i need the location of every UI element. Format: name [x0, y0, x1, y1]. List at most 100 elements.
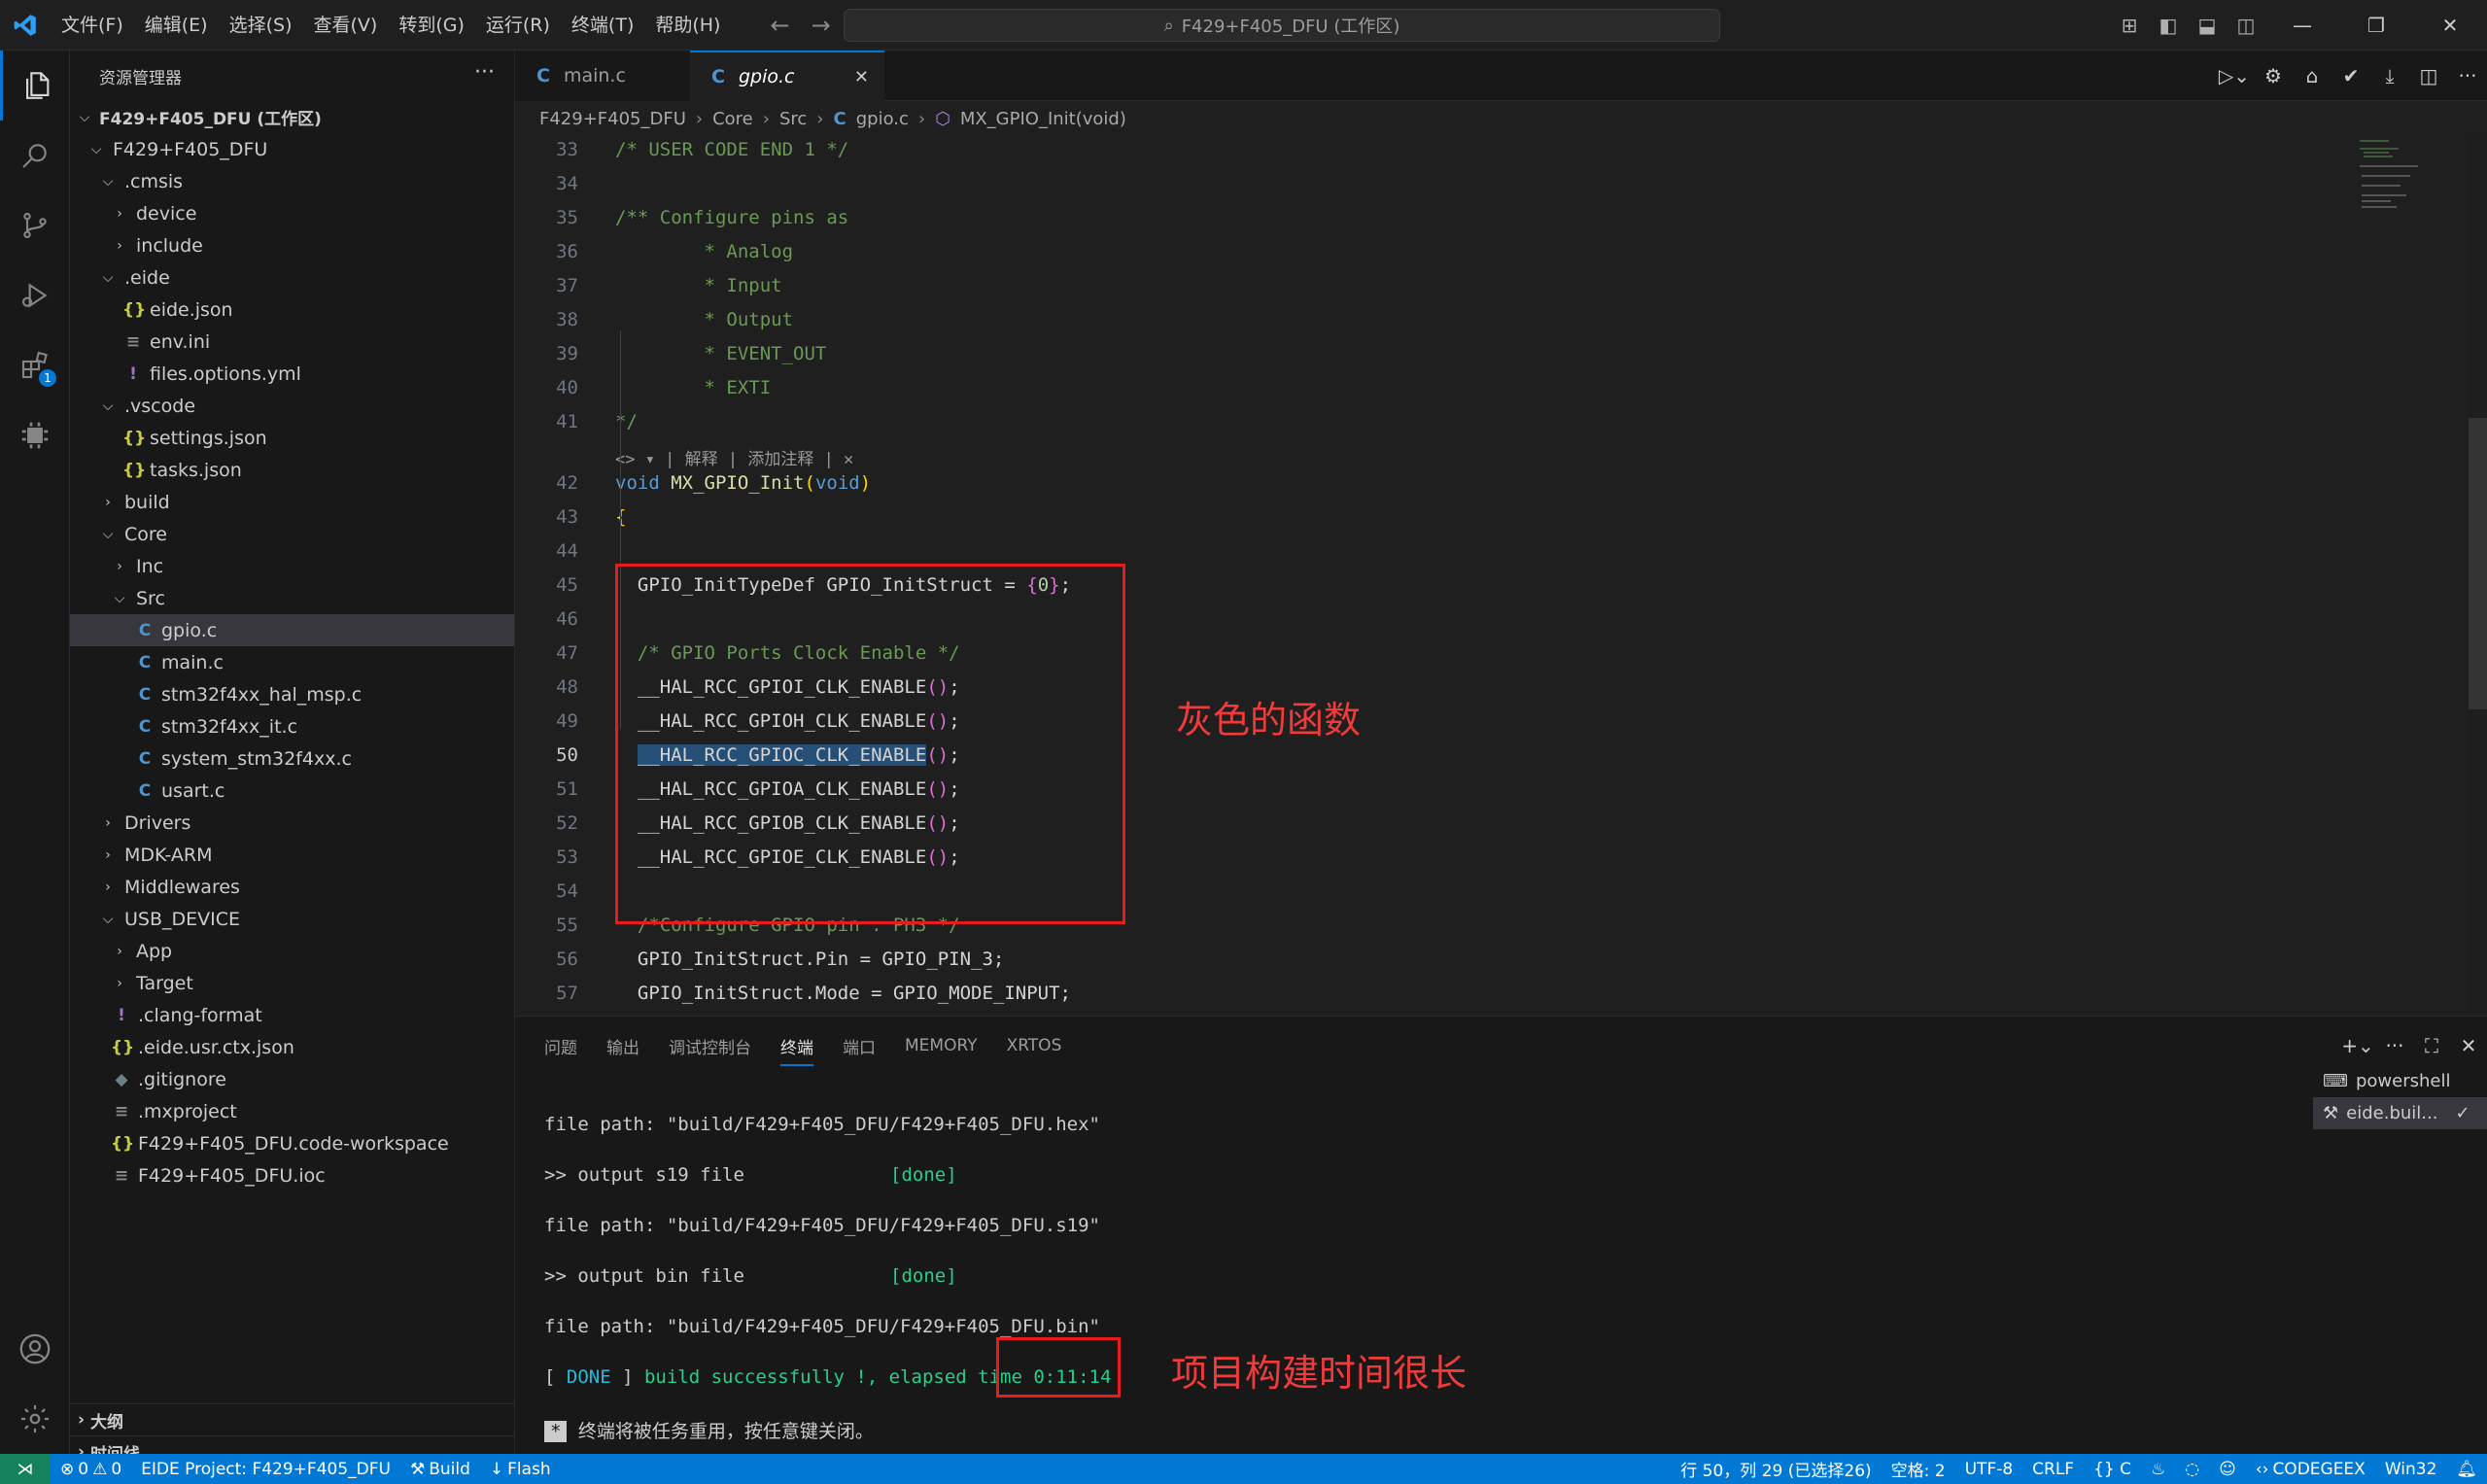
editor-scrollbar[interactable]	[2469, 418, 2487, 709]
panel-tab[interactable]: 端口	[843, 1034, 876, 1058]
menu-item[interactable]: 终端(T)	[561, 0, 644, 51]
outline-section[interactable]: › 大纲	[70, 1403, 515, 1435]
tree-file[interactable]: ≡ F429+F405_DFU.ioc	[70, 1159, 514, 1191]
eide-project-status[interactable]: EIDE Project: F429+F405_DFU	[131, 1460, 400, 1479]
settings-gear-icon[interactable]	[0, 1384, 70, 1454]
tree-file[interactable]: ≡ env.ini	[70, 326, 514, 358]
more-actions-icon[interactable]: ···	[2448, 64, 2487, 87]
tree-file[interactable]: Cusart.c	[70, 775, 514, 807]
menu-item[interactable]: 编辑(E)	[134, 0, 219, 51]
close-panel-icon[interactable]: ✕	[2450, 1034, 2487, 1057]
eide-chip-icon[interactable]	[0, 400, 70, 470]
codegeex-status[interactable]: ‹› CODEGEEX	[2246, 1460, 2375, 1479]
panel-tab[interactable]: 问题	[544, 1034, 577, 1058]
tree-folder[interactable]: › build	[70, 486, 514, 518]
tree-folder[interactable]: ⌵ .cmsis	[70, 165, 514, 197]
layout-customize-icon[interactable]: ⊞	[2110, 0, 2149, 51]
minimap[interactable]	[2352, 136, 2469, 1016]
terminal-item-eide-build[interactable]: ⚒ eide.buil... ✓	[2313, 1097, 2487, 1129]
language-mode[interactable]: {} C	[2084, 1460, 2141, 1479]
notifications-bell-icon[interactable]: 🔔︎	[2446, 1460, 2487, 1479]
menu-item[interactable]: 文件(F)	[51, 0, 134, 51]
tree-folder[interactable]: › MDK-ARM	[70, 839, 514, 871]
tree-folder[interactable]: ⌵ Core	[70, 518, 514, 550]
breadcrumb-item[interactable]: gpio.c	[856, 109, 909, 129]
close-tab-icon[interactable]: ✕	[854, 67, 869, 87]
tree-folder[interactable]: ⌵ .vscode	[70, 390, 514, 422]
tree-folder[interactable]: › device	[70, 197, 514, 229]
indentation[interactable]: 空格: 2	[1882, 1457, 1955, 1481]
gear-icon[interactable]: ⚙	[2254, 64, 2293, 87]
panel-tab[interactable]: 输出	[606, 1034, 639, 1058]
tree-file[interactable]: {} settings.json	[70, 422, 514, 454]
panel-tab[interactable]: 调试控制台	[669, 1034, 751, 1058]
minimize-icon[interactable]: —	[2265, 0, 2339, 51]
search-icon[interactable]	[0, 121, 70, 190]
tree-folder[interactable]: › Drivers	[70, 807, 514, 839]
tree-folder[interactable]: ⌵ Src	[70, 582, 514, 614]
more-actions-icon[interactable]: ···	[474, 60, 495, 85]
split-editor-icon[interactable]: ◫	[2409, 64, 2448, 87]
panel-tab[interactable]: 终端	[780, 1034, 813, 1066]
tree-file[interactable]: Cgpio.c	[70, 614, 514, 646]
copilot-icon[interactable]: ☺	[2209, 1460, 2246, 1479]
back-arrow-icon[interactable]: ←	[770, 12, 789, 39]
explorer-icon[interactable]	[0, 51, 70, 121]
tree-folder[interactable]: ⌵ USB_DEVICE	[70, 903, 514, 935]
tree-file[interactable]: ! .clang-format	[70, 999, 514, 1031]
encoding[interactable]: UTF-8	[1955, 1460, 2023, 1479]
toggle-sidebar-icon[interactable]: ◧	[2149, 0, 2188, 51]
new-terminal-icon[interactable]: +⌄	[2339, 1034, 2376, 1057]
extensions-icon[interactable]: 1	[0, 330, 70, 400]
tree-folder[interactable]: ⌵ F429+F405_DFU	[70, 133, 514, 165]
menu-item[interactable]: 帮助(H)	[644, 0, 731, 51]
build-status-button[interactable]: ⚒ Build	[400, 1460, 480, 1479]
tree-file[interactable]: Cmain.c	[70, 646, 514, 678]
forward-arrow-icon[interactable]: →	[812, 12, 831, 39]
more-actions-icon[interactable]: ···	[2376, 1034, 2413, 1057]
tree-file[interactable]: ◆ .gitignore	[70, 1063, 514, 1095]
workspace-root[interactable]: ⌵ F429+F405_DFU (工作区)	[70, 101, 514, 133]
menu-item[interactable]: 运行(R)	[475, 0, 561, 51]
remote-icon[interactable]: ⋊	[0, 1454, 51, 1484]
tree-file[interactable]: {} tasks.json	[70, 454, 514, 486]
tree-file[interactable]: Cstm32f4xx_hal_msp.c	[70, 678, 514, 710]
download-icon[interactable]: ⤓	[2370, 64, 2409, 87]
platform-status[interactable]: Win32	[2375, 1460, 2447, 1479]
tree-folder[interactable]: ⌵ .eide	[70, 261, 514, 293]
tree-folder[interactable]: › Target	[70, 967, 514, 999]
breadcrumb-item[interactable]: Src	[779, 109, 807, 129]
tree-file[interactable]: {} .eide.usr.ctx.json	[70, 1031, 514, 1063]
menu-item[interactable]: 转到(G)	[388, 0, 475, 51]
restore-icon[interactable]: ❐	[2339, 0, 2413, 51]
tree-folder[interactable]: › include	[70, 229, 514, 261]
menu-item[interactable]: 选择(S)	[219, 0, 303, 51]
breadcrumb-item[interactable]: F429+F405_DFU	[539, 109, 686, 129]
breadcrumb-item[interactable]: Core	[712, 109, 753, 129]
tree-folder[interactable]: › Middlewares	[70, 871, 514, 903]
sync-icon[interactable]: ◌	[2175, 1460, 2209, 1479]
end-of-line[interactable]: CRLF	[2022, 1460, 2084, 1479]
flame-icon[interactable]: ♨	[2141, 1460, 2175, 1479]
command-center-search[interactable]: ⌕ F429+F405_DFU (工作区)	[844, 9, 1720, 42]
toggle-panel-icon[interactable]: ⬓	[2188, 0, 2227, 51]
tree-file[interactable]: {} F429+F405_DFU.code-workspace	[70, 1127, 514, 1159]
tree-folder[interactable]: › Inc	[70, 550, 514, 582]
cursor-position[interactable]: 行 50，列 29 (已选择26)	[1671, 1457, 1881, 1481]
tree-file[interactable]: {} eide.json	[70, 293, 514, 326]
problems-status[interactable]: ⊗ 0 ⚠ 0	[51, 1460, 131, 1479]
tree-folder[interactable]: › App	[70, 935, 514, 967]
tab-gpio-c[interactable]: C gpio.c ✕	[690, 51, 884, 101]
account-icon[interactable]	[0, 1314, 70, 1384]
terminal-item-powershell[interactable]: ⌨ powershell	[2313, 1065, 2487, 1097]
tab-main-c[interactable]: C main.c	[515, 51, 690, 101]
menu-item[interactable]: 查看(V)	[303, 0, 389, 51]
close-window-icon[interactable]: ✕	[2413, 0, 2487, 51]
build-icon[interactable]: ⌂	[2293, 64, 2332, 87]
run-icon[interactable]: ▷⌄	[2215, 64, 2254, 87]
toggle-secondary-sidebar-icon[interactable]: ◫	[2227, 0, 2265, 51]
panel-tab[interactable]: XRTOS	[1007, 1036, 1062, 1055]
run-debug-icon[interactable]	[0, 260, 70, 330]
codelens-actions[interactable]: <> ▾ | 解释 | 添加注释 | ✕	[615, 445, 853, 469]
clean-icon[interactable]: ✔	[2332, 64, 2370, 87]
